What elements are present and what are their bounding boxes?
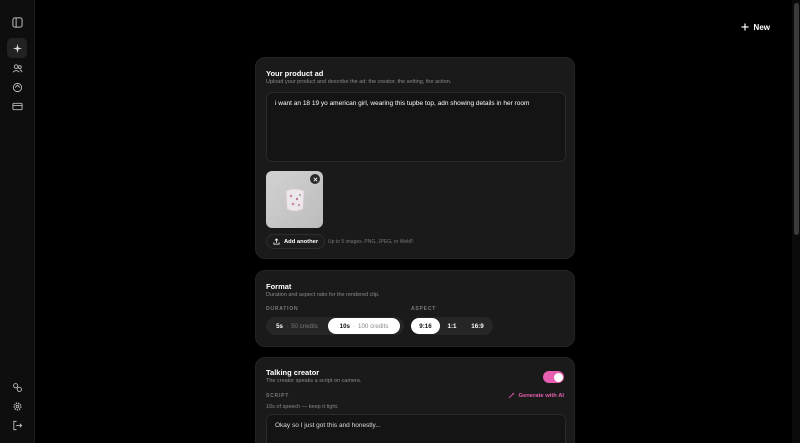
sidebar-item-create[interactable]	[7, 38, 27, 58]
logout-icon	[12, 420, 22, 430]
duration-option-5s[interactable]: 5s · 50 credits	[266, 318, 328, 334]
toggle-knob	[553, 372, 563, 382]
remove-image-button[interactable]	[310, 174, 320, 184]
new-button-label: New	[753, 22, 770, 32]
card-icon	[11, 102, 23, 110]
gear-icon	[12, 401, 22, 411]
talking-creator-card: Talking creator The creator speaks a scr…	[255, 357, 575, 443]
new-button[interactable]: New	[741, 20, 770, 34]
sidebar-item-creators[interactable]	[7, 58, 27, 78]
tag-icon	[12, 82, 22, 92]
script-label: SCRIPT	[266, 393, 290, 399]
upload-hint: Up to 5 images. PNG, JPEG, or WebP.	[328, 239, 414, 245]
format-card-subtitle: Duration and aspect ratio for the render…	[266, 292, 380, 298]
add-another-button[interactable]: Add another	[266, 234, 326, 249]
generate-with-ai-button[interactable]: Generate with AI	[508, 392, 564, 399]
talking-card-title: Talking creator	[266, 368, 320, 377]
link-icon	[12, 382, 22, 392]
magic-wand-icon	[509, 392, 516, 399]
format-card-title: Format	[266, 282, 292, 291]
aspect-label: ASPECT	[411, 306, 437, 312]
add-another-label: Add another	[284, 238, 319, 245]
aspect-option-1-1[interactable]: 1:1	[440, 318, 464, 334]
product-ad-card: Your product ad Upload your product and …	[255, 57, 575, 259]
scrollbar-thumb[interactable]	[794, 3, 799, 235]
script-textarea[interactable]: Okay so I just got this and honestly...	[266, 414, 566, 443]
panel-toggle-button[interactable]	[7, 12, 27, 32]
sidebar-item-logout[interactable]	[7, 415, 27, 435]
sidebar-item-settings[interactable]	[7, 396, 27, 416]
aspect-option-16-9[interactable]: 16:9	[464, 318, 491, 334]
product-image-thumbnail	[266, 171, 323, 228]
script-hint: 10s of speech — keep it tight.	[266, 404, 339, 410]
sidebar-item-billing[interactable]	[7, 96, 27, 116]
sidebar-item-links[interactable]	[7, 377, 27, 397]
prompt-textarea[interactable]: i want an 18 19 yo american girl, wearin…	[266, 92, 566, 162]
duration-label: DURATION	[266, 306, 299, 312]
duration-option-10s[interactable]: 10s · 100 credits	[328, 318, 400, 334]
panel-toggle-icon	[11, 16, 23, 28]
duration-selector: 5s · 50 credits 10s · 100 credits	[266, 317, 404, 335]
aspect-selector: 9:16 1:1 16:9	[411, 317, 493, 335]
generate-with-ai-label: Generate with AI	[518, 392, 564, 399]
product-card-title: Your product ad	[266, 69, 324, 78]
aspect-option-9-16[interactable]: 9:16	[411, 318, 440, 334]
product-card-subtitle: Upload your product and describe the ad:…	[266, 79, 452, 85]
upload-icon	[273, 238, 280, 245]
page-scrollbar[interactable]	[792, 0, 800, 443]
talking-creator-toggle[interactable]	[543, 371, 564, 383]
talking-card-subtitle: The creator speaks a script on camera.	[266, 378, 362, 384]
sidebar	[0, 0, 35, 443]
users-icon	[12, 63, 23, 73]
sparkle-icon	[12, 43, 22, 53]
plus-icon	[741, 23, 749, 31]
sidebar-item-pricing[interactable]	[7, 77, 27, 97]
close-icon	[313, 177, 317, 181]
format-card: Format Duration and aspect ratio for the…	[255, 270, 575, 347]
